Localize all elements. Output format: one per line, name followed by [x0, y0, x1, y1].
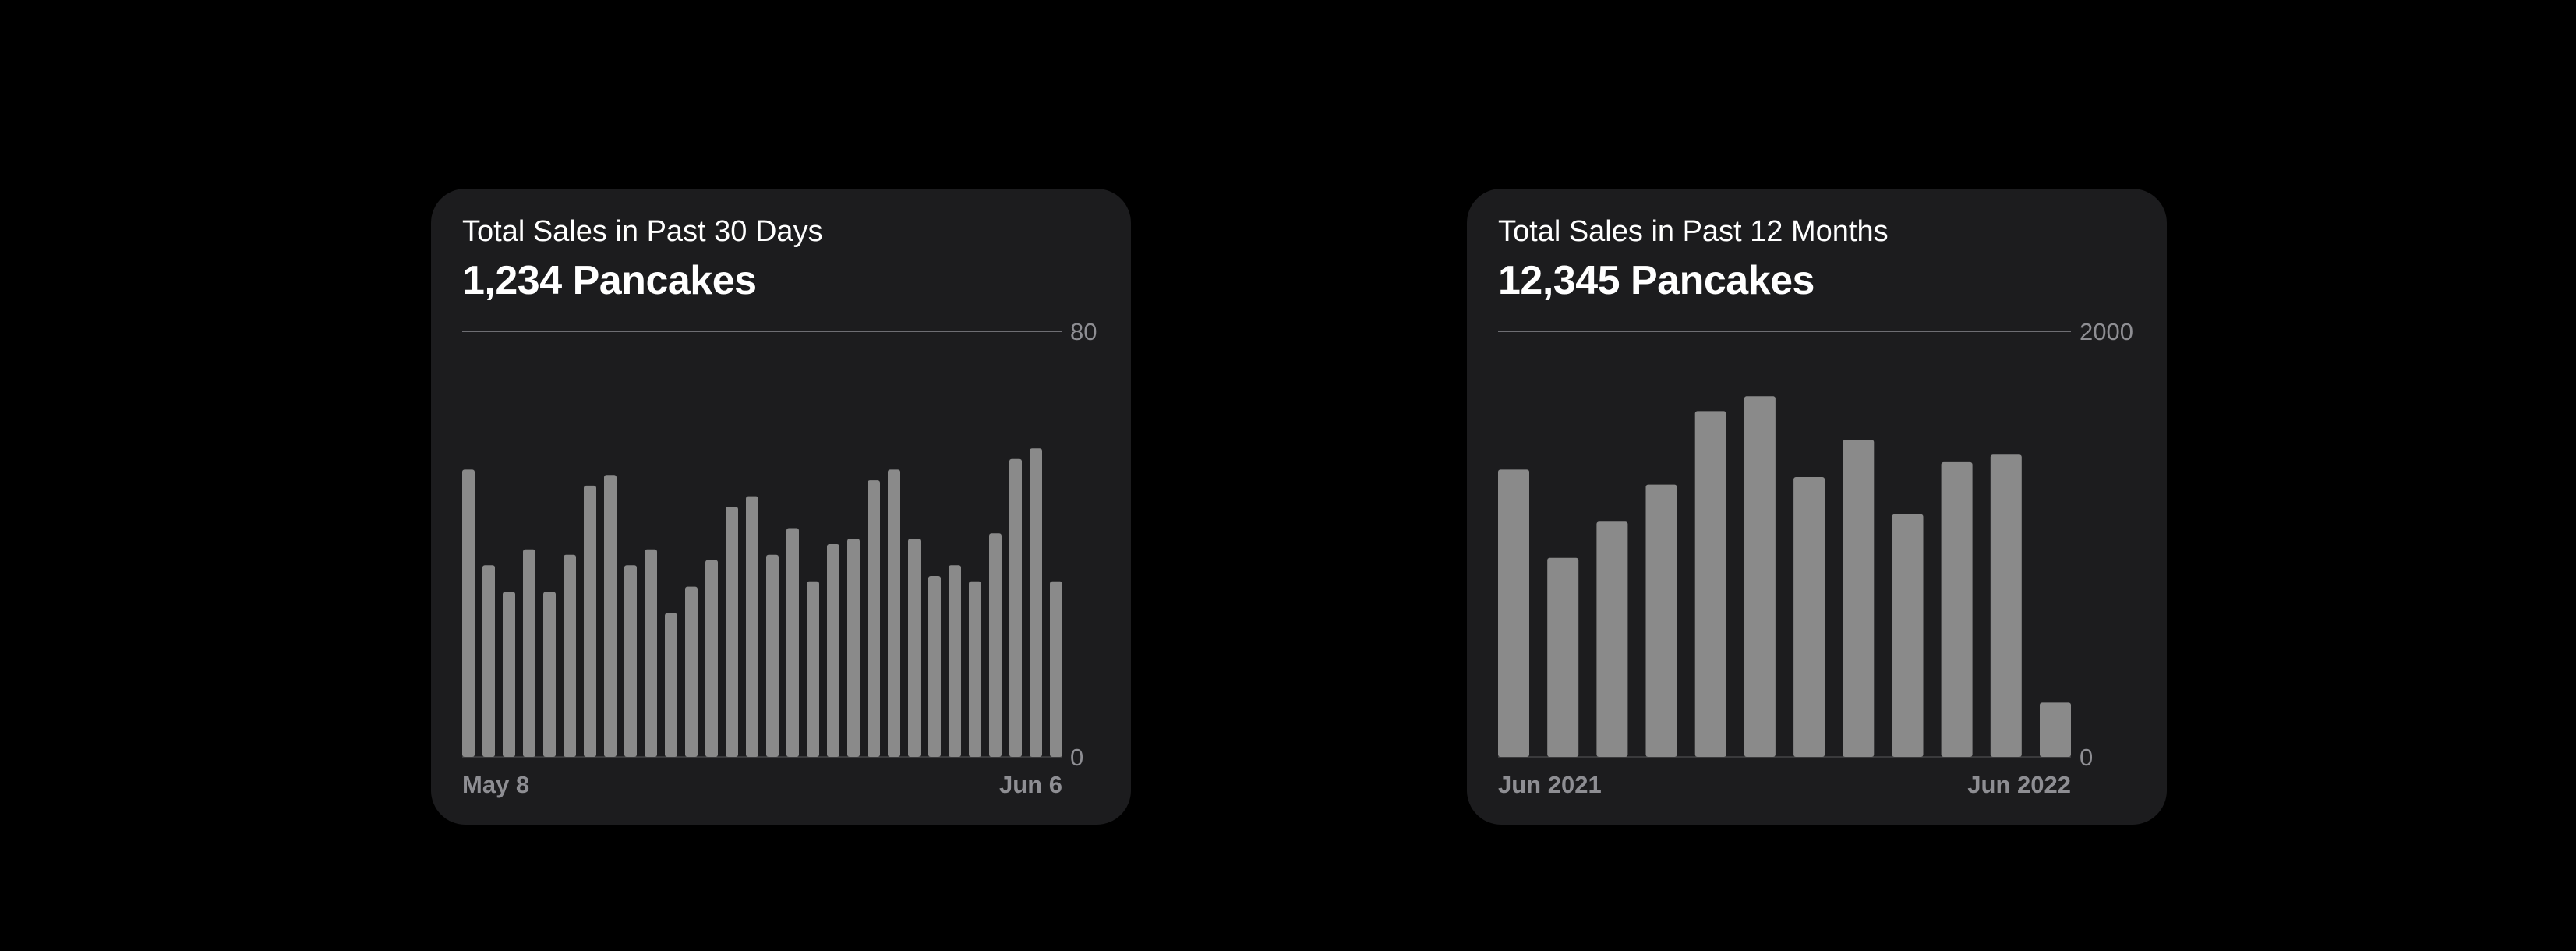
- bar: [584, 485, 596, 757]
- bar: [766, 554, 779, 757]
- bar: [624, 565, 637, 757]
- bar: [1498, 469, 1529, 757]
- bar: [645, 549, 657, 757]
- bar: [1941, 461, 1973, 757]
- x-tick-label: Jun 2021: [1498, 771, 1602, 798]
- y-tick-label: 0: [1070, 744, 1083, 771]
- sales-30-days-card: Total Sales in Past 30 Days 1,234 Pancak…: [431, 189, 1131, 825]
- bar: [908, 539, 921, 757]
- bar: [482, 565, 495, 757]
- bar: [665, 613, 677, 757]
- bar: [868, 480, 880, 757]
- x-tick-label: May 8: [462, 771, 529, 798]
- y-tick-label: 0: [2080, 744, 2093, 771]
- bar: [685, 586, 698, 757]
- x-tick-label: Jun 6: [999, 771, 1062, 798]
- bar: [1596, 521, 1628, 757]
- daily-sales-bar-chart: 80 0 May 8 Jun 6: [462, 318, 1097, 798]
- bar: [1009, 458, 1022, 757]
- bar: [604, 475, 617, 757]
- bar: [1694, 411, 1726, 757]
- bar: [523, 549, 535, 757]
- sales-12-months-card: Total Sales in Past 12 Months 12,345 Pan…: [1467, 189, 2167, 825]
- bar: [989, 533, 1002, 757]
- bar: [462, 469, 475, 757]
- bar: [847, 539, 860, 757]
- bar: [1645, 484, 1677, 757]
- bar: [726, 507, 738, 757]
- bar: [746, 496, 758, 757]
- bar: [1793, 477, 1825, 757]
- bar: [807, 581, 819, 757]
- x-tick-label: Jun 2022: [1967, 771, 2071, 798]
- bar: [503, 592, 515, 757]
- bar: [1030, 448, 1042, 757]
- bar: [1892, 514, 1924, 757]
- bar: [1050, 581, 1062, 757]
- bar: [949, 565, 961, 757]
- bar: [1744, 396, 1776, 757]
- y-tick-label: 80: [1070, 318, 1097, 345]
- bar: [928, 576, 941, 757]
- bar: [1990, 454, 2022, 757]
- y-tick-label: 2000: [2080, 318, 2133, 345]
- bar: [564, 554, 576, 757]
- bar: [705, 560, 718, 757]
- bar: [969, 581, 981, 757]
- bar: [543, 592, 556, 757]
- bar: [1843, 440, 1875, 757]
- bar: [786, 528, 799, 757]
- bar: [2040, 702, 2071, 757]
- bar: [888, 469, 900, 757]
- monthly-sales-bar-chart: 2000 0 Jun 2021 Jun 2022: [1498, 318, 2133, 798]
- bar: [827, 544, 839, 757]
- bar: [1547, 557, 1579, 757]
